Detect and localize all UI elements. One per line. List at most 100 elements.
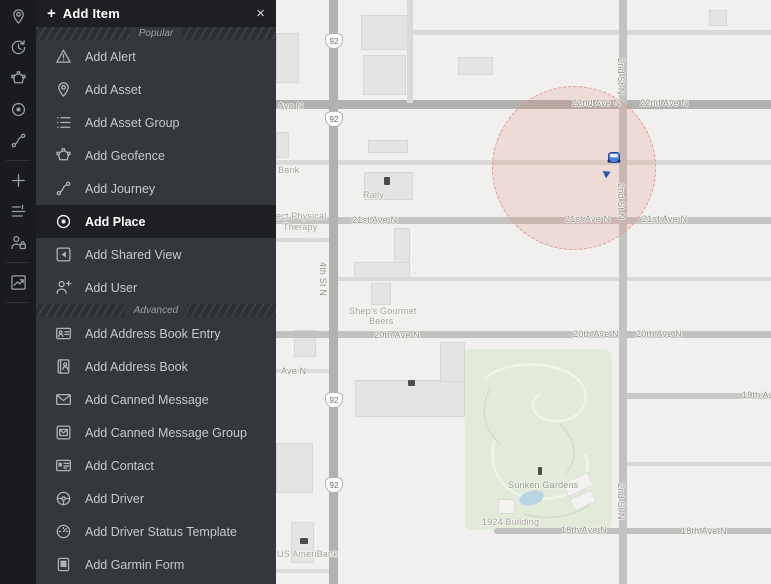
- gauge-icon: [55, 523, 72, 540]
- poi-label: Rally: [363, 190, 384, 200]
- address-book-icon: [55, 358, 72, 375]
- user-plus-icon: [55, 279, 72, 296]
- list-settings-icon[interactable]: [0, 196, 36, 227]
- plus-icon[interactable]: [0, 165, 36, 196]
- menu-item-add-driver-status-template[interactable]: Add Driver Status Template: [36, 515, 276, 548]
- journey-icon: [55, 180, 72, 197]
- street-label: 20th Ave N: [374, 330, 420, 340]
- museum-icon: [408, 380, 415, 386]
- map-road: [624, 462, 771, 466]
- menu-item-label: Add Place: [85, 215, 145, 229]
- map-pin-icon: [55, 81, 72, 98]
- menu-item-label: Add Driver Status Template: [85, 525, 237, 539]
- building: [371, 283, 391, 305]
- shield-number: 92: [330, 115, 339, 124]
- menu-item-label: Add Geofence: [85, 149, 165, 163]
- street-label: Ave N: [278, 101, 303, 111]
- section-label: Advanced: [125, 304, 187, 317]
- street-label: Ave N: [281, 366, 306, 376]
- monument-icon: [538, 467, 542, 475]
- history-icon[interactable]: [0, 32, 36, 63]
- envelope-group-icon: [55, 424, 72, 441]
- street-label: 19th Ave N: [742, 390, 771, 400]
- geofence-icon: [55, 147, 72, 164]
- rail-divider: [6, 160, 30, 161]
- menu-item-add-asset[interactable]: Add Asset: [36, 73, 276, 106]
- close-icon[interactable]: ×: [256, 6, 265, 21]
- section-band-popular: Popular: [36, 27, 276, 40]
- app-root: + Add Item × Popular Add Alert Add Asset Ad…: [0, 0, 771, 584]
- menu-item-label: Add Canned Message: [85, 393, 209, 407]
- us-92-shield: 92: [325, 477, 343, 493]
- journey-icon[interactable]: [0, 125, 36, 156]
- building: [440, 342, 465, 382]
- building: [709, 10, 727, 26]
- menu-item-add-shared-view[interactable]: Add Shared View: [36, 238, 276, 271]
- garmin-device-icon: [55, 556, 72, 573]
- menu-item-label: Add Canned Message Group: [85, 426, 247, 440]
- building: [368, 140, 408, 153]
- vehicle-marker[interactable]: [606, 150, 622, 165]
- section-label: Popular: [130, 27, 182, 40]
- menu-item-add-alert[interactable]: Add Alert: [36, 40, 276, 73]
- shield-number: 92: [330, 481, 339, 490]
- steering-wheel-icon: [55, 490, 72, 507]
- shield-number: 92: [330, 37, 339, 46]
- place-radius-circle[interactable]: [492, 86, 656, 250]
- building: [458, 57, 493, 75]
- menu-item-add-place[interactable]: Add Place: [36, 205, 276, 238]
- rail-divider: [6, 262, 30, 263]
- poi-label: 1924 Building: [482, 517, 539, 527]
- place-target-icon: [55, 213, 72, 230]
- fuel-pump-icon: [384, 177, 390, 185]
- menu-item-add-driver[interactable]: Add Driver: [36, 482, 276, 515]
- us-92-shield: 92: [325, 111, 343, 127]
- menu-item-label: Add Journey: [85, 182, 155, 196]
- map-road: [276, 331, 771, 338]
- envelope-icon: [55, 391, 72, 408]
- map-road: [276, 238, 329, 242]
- menu-item-add-geofence[interactable]: Add Geofence: [36, 139, 276, 172]
- poi-label: Shep's Gourmet: [349, 306, 417, 316]
- building: [363, 55, 406, 95]
- map-canvas[interactable]: 92929292Ave N22nd Ave N22nd Ave N21st Av…: [276, 0, 771, 584]
- us-92-shield: 92: [325, 33, 343, 49]
- menu-item-add-garmin-form[interactable]: Add Garmin Form: [36, 548, 276, 581]
- menu-item-add-canned-message[interactable]: Add Canned Message: [36, 383, 276, 416]
- plus-icon: +: [47, 6, 56, 21]
- menu-item-label: Add Alert: [85, 50, 136, 64]
- building: [361, 15, 408, 50]
- place-target-icon[interactable]: [0, 94, 36, 125]
- street-label: 2nd St N: [616, 483, 626, 520]
- geofence-icon[interactable]: [0, 63, 36, 94]
- menu-item-label: Add Address Book: [85, 360, 188, 374]
- building: [276, 132, 289, 158]
- menu-item-add-asset-group[interactable]: Add Asset Group: [36, 106, 276, 139]
- building: [498, 499, 515, 514]
- menu-item-label: Add Contact: [85, 459, 154, 473]
- menu-item-label: Add Asset: [85, 83, 141, 97]
- menu-item-add-contact[interactable]: Add Contact: [36, 449, 276, 482]
- map-road: [329, 0, 338, 584]
- poi-label: US AmeriBank: [277, 549, 338, 559]
- bank-icon: [300, 538, 308, 544]
- menu-item-add-address-book-entry[interactable]: Add Address Book Entry: [36, 317, 276, 350]
- add-item-panel: + Add Item × Popular Add Alert Add Asset Ad…: [36, 0, 276, 584]
- map-road: [276, 569, 333, 573]
- section-band-advanced: Advanced: [36, 304, 276, 317]
- shield-number: 92: [330, 396, 339, 405]
- building: [354, 262, 410, 278]
- map-road: [410, 30, 771, 35]
- menu-item-add-canned-message-group[interactable]: Add Canned Message Group: [36, 416, 276, 449]
- street-label: 22nd Ave N: [640, 98, 688, 108]
- street-label: 2nd St N: [616, 183, 626, 220]
- panel-title: Add Item: [63, 6, 120, 21]
- menu-item-add-journey[interactable]: Add Journey: [36, 172, 276, 205]
- menu-item-add-address-book[interactable]: Add Address Book: [36, 350, 276, 383]
- insights-chart-icon[interactable]: [0, 267, 36, 298]
- user-admin-icon[interactable]: [0, 227, 36, 258]
- building: [276, 443, 313, 493]
- map-pin-icon[interactable]: [0, 1, 36, 32]
- menu-item-add-user[interactable]: Add User: [36, 271, 276, 304]
- menu-item-label: Add Asset Group: [85, 116, 180, 130]
